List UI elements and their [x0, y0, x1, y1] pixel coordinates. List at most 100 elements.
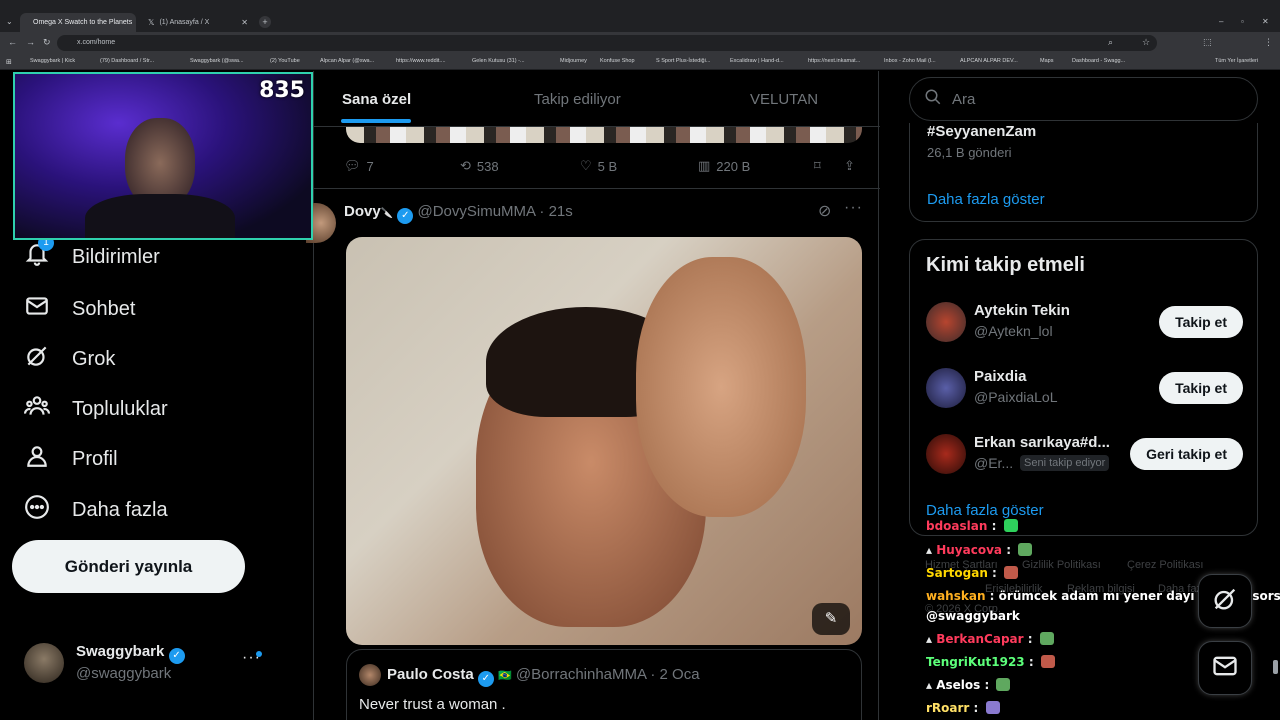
quoted-tweet[interactable]: Paulo Costa ✓ 🇧🇷 @BorrachinhaMMA · 2 Oca… [346, 649, 862, 720]
emote-icon [1018, 543, 1033, 556]
chat-user: rRoarr [926, 701, 970, 715]
tab-velutan[interactable]: VELUTAN [750, 91, 818, 108]
tweet-image[interactable]: ✎ [346, 237, 862, 645]
chat-message: ▴ Huyacova : [926, 543, 1033, 557]
bookmark-item[interactable]: Swaggybark | Kick [30, 58, 75, 64]
menu-kebab-icon[interactable]: ⋮ [1264, 37, 1273, 48]
repost-button[interactable]: ⟲ 538 [460, 158, 499, 174]
bookmark-item[interactable]: Konfuse Shop [600, 58, 635, 64]
sidebar-item-label: Grok [72, 347, 116, 370]
url-field[interactable]: x.com/home [57, 35, 1157, 51]
chat-message-continuation: @swaggybark [926, 609, 1020, 623]
account-switcher[interactable]: Swaggybark ✓ @swaggybark ··· [24, 641, 264, 691]
like-button[interactable]: ♡ 5 B [580, 158, 617, 174]
trends-card: #SeyyanenZam 26,1 B gönderi Daha fazla g… [909, 123, 1258, 222]
tab-search-icon[interactable]: ⌄ [6, 17, 13, 26]
minimize-icon[interactable]: – [1219, 17, 1223, 26]
more-circle-icon [24, 494, 50, 526]
quote-header: Paulo Costa ✓ 🇧🇷 @BorrachinhaMMA · 2 Oca [387, 666, 700, 687]
tab-following[interactable]: Takip ediliyor [534, 91, 621, 108]
bookmark-item[interactable]: Maps [1040, 58, 1053, 64]
tweet-author-name[interactable]: Dovy [344, 203, 381, 220]
sidebar-item-notifications[interactable]: 1 Bildirimler [24, 235, 160, 273]
bookmark-button[interactable]: ⌑ [814, 158, 821, 174]
search-placeholder: Ara [952, 90, 976, 108]
restore-icon[interactable]: ▫ [1241, 17, 1244, 26]
verified-badge-icon: ✓ [168, 648, 185, 664]
bookmark-item[interactable]: Alpcan Alpar (@swa... [320, 58, 374, 64]
tweet-time[interactable]: · 21s [539, 203, 572, 220]
suggestion-avatar [926, 302, 966, 342]
bookmark-item[interactable]: Swaggybark (@swa... [190, 58, 244, 64]
chat-message: TengriKut1923 : [926, 655, 1055, 669]
scrollbar-thumb[interactable] [1273, 660, 1278, 674]
webcam-overlay: 835 [13, 72, 313, 240]
sidebar-item-chat[interactable]: Sohbet [24, 293, 135, 325]
repost-count: 538 [476, 158, 499, 174]
share-icon: ⇪ [844, 158, 855, 173]
bookmark-star-icon[interactable]: ☆ [1142, 37, 1150, 48]
follow-back-button[interactable]: Geri takip et [1130, 438, 1243, 470]
viewer-counter: 835 [259, 78, 305, 103]
bookmark-item[interactable]: Midjourney [560, 58, 587, 64]
quote-avatar [359, 664, 381, 686]
chat-badge-icon: ▴ [926, 632, 933, 646]
post-button[interactable]: Gönderi yayınla [12, 540, 245, 593]
grok-fab[interactable] [1198, 574, 1252, 628]
bookmark-item[interactable]: (79) Dashboard / Str... [100, 58, 154, 64]
bookmark-item[interactable]: (2) YouTube [270, 58, 300, 64]
bookmark-item[interactable]: ALPCAN ALPAR DEV... [960, 58, 1018, 64]
sidebar-item-communities[interactable]: Topluluklar [24, 393, 168, 425]
new-tab-icon[interactable]: + [259, 16, 271, 28]
window-close-icon[interactable]: ✕ [1262, 17, 1269, 26]
bookmark-item[interactable]: https://www.reddit.... [396, 58, 446, 64]
image-edit-icon[interactable]: ✎ [812, 603, 850, 635]
tab-for-you[interactable]: Sana özel [342, 91, 411, 108]
grok-explain-icon[interactable]: ⊘ [818, 201, 831, 221]
bookmark-item[interactable]: Dashboard - Swagg... [1072, 58, 1125, 64]
reply-button[interactable]: 💬︎ 7 [344, 158, 374, 174]
follow-button[interactable]: Takip et [1159, 372, 1243, 404]
share-button[interactable]: ⇪ [844, 158, 855, 174]
tweet-more-icon[interactable]: ··· [844, 199, 863, 217]
bookmark-item[interactable]: Inbox - Zoho Mail (l... [884, 58, 936, 64]
sidebar-item-profile[interactable]: Profil [24, 443, 118, 475]
suggestion-row[interactable]: Paixdia @PaixdiaLoL Takip et [910, 364, 1259, 424]
reload-icon[interactable]: ↻ [43, 37, 51, 48]
follows-you-badge: Seni takip ediyor [1020, 455, 1110, 471]
views-icon: ▥ [698, 158, 711, 173]
forward-icon[interactable]: → [26, 37, 35, 47]
browser-tab[interactable]: 𝕏 (1) Anasayfa / X ✕ [140, 13, 256, 32]
webcam-body [85, 194, 235, 238]
sidebar-item-grok[interactable]: Grok [24, 343, 115, 375]
trends-show-more-link[interactable]: Daha fazla göster [927, 191, 1045, 208]
unread-dot [256, 651, 262, 657]
trend-tag[interactable]: #SeyyanenZam [927, 123, 1036, 140]
apps-icon[interactable]: ⊞ [6, 58, 12, 66]
bookmark-item[interactable]: Gelen Kutusu (31) -... [472, 58, 525, 64]
views-button[interactable]: ▥ 220 B [698, 158, 750, 174]
quote-text: Never trust a woman . [359, 696, 506, 713]
tweet[interactable]: Dovy🔪 ✓ @DovySimuMMA · 21s ⊘ ··· ✎ Paulo… [306, 188, 880, 720]
bookmark-item[interactable]: https://next.inkamat... [808, 58, 860, 64]
browser-tab-active[interactable]: Omega X Swatch to the Planets ✕ [20, 13, 136, 32]
tweet-handle[interactable]: @DovySimuMMA [417, 203, 535, 220]
search-input[interactable]: Ara [909, 77, 1258, 121]
zoom-icon[interactable]: ⌕ [1108, 37, 1113, 48]
bookmark-item[interactable]: Excalidraw | Hand-d... [730, 58, 784, 64]
suggestion-row[interactable]: Erkan sarıkaya#d... @Er... Seni takip ed… [910, 430, 1259, 490]
back-icon[interactable]: ← [8, 37, 17, 47]
sidebar-item-more[interactable]: Daha fazla [24, 494, 168, 526]
extensions-icon[interactable]: ⬚ [1203, 37, 1212, 48]
bookmark-item[interactable]: S Sport Plus-İstediği... [656, 58, 710, 64]
like-count: 5 B [597, 158, 618, 174]
all-bookmarks-folder[interactable]: Tüm Yer İşaretleri [1215, 58, 1258, 64]
previous-tweet-media[interactable] [346, 127, 862, 143]
suggestion-row[interactable]: Aytekin Tekin @Aytekn_lol Takip et [910, 298, 1259, 358]
follow-button[interactable]: Takip et [1159, 306, 1243, 338]
messages-fab[interactable] [1198, 641, 1252, 695]
tab-close-icon[interactable]: ✕ [241, 18, 248, 27]
bookmark-icon: ⌑ [814, 158, 821, 173]
tweet-author-emoji: 🔪 [380, 208, 394, 219]
x-logo-icon: 𝕏 [148, 18, 155, 27]
